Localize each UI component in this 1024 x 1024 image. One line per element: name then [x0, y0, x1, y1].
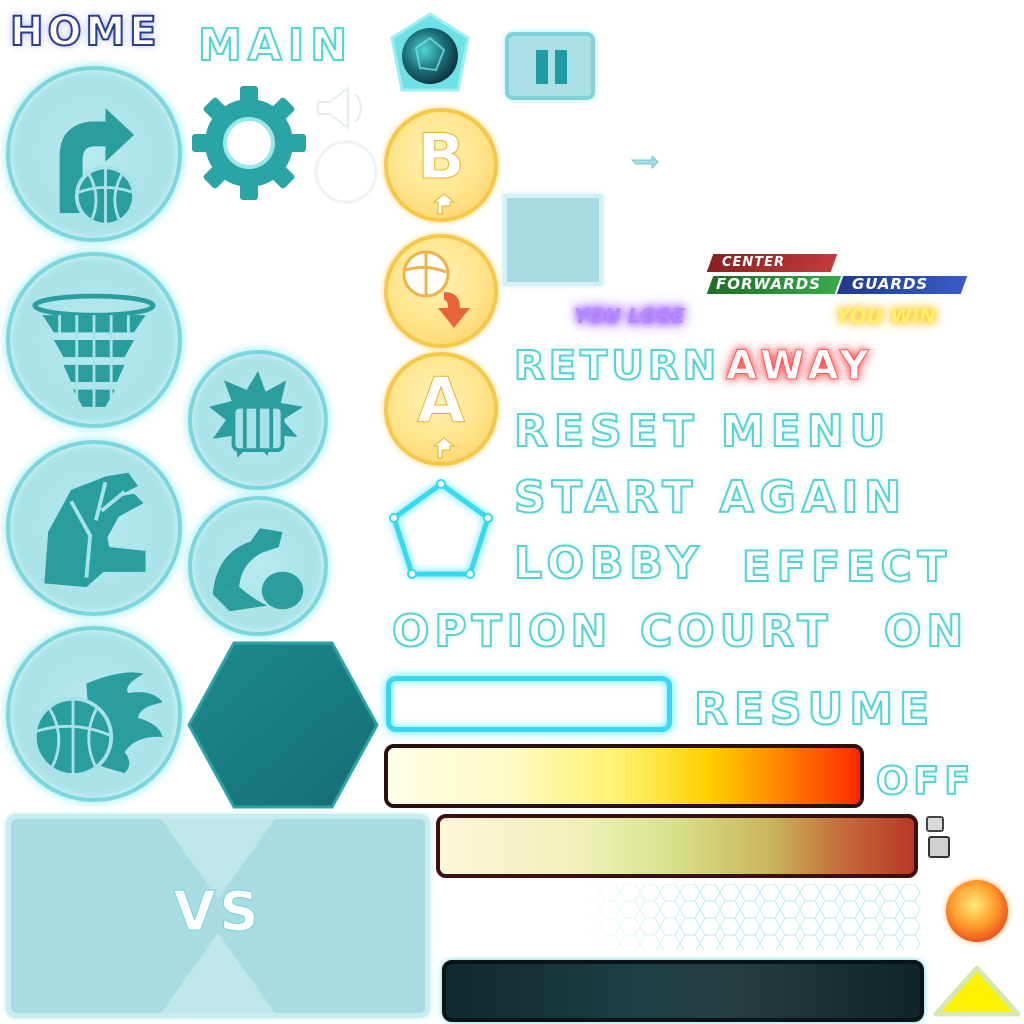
return-label[interactable]: RETURN	[513, 345, 720, 387]
forwards-tag-label: FORWARDS	[716, 275, 821, 293]
toggle-small-bottom[interactable]	[928, 836, 950, 858]
pentagon-frame-icon	[386, 476, 496, 586]
court-label[interactable]: COURT	[639, 609, 832, 655]
up-arrow-icon[interactable]	[932, 964, 1022, 1020]
sound-icon[interactable]	[312, 80, 382, 208]
effect-label[interactable]: EFFECT	[741, 545, 952, 589]
rebound-skill-button[interactable]	[6, 252, 182, 428]
block-skill-button[interactable]	[6, 440, 182, 616]
hexagon-tile	[186, 640, 380, 810]
resume-label[interactable]: RESUME	[693, 687, 935, 733]
fist-icon	[208, 370, 304, 458]
vs-panel: VS	[6, 814, 430, 1018]
pass-button[interactable]	[384, 234, 498, 348]
option-label[interactable]: OPTION	[391, 609, 612, 655]
fire-ball-icon	[32, 672, 163, 777]
neon-frame	[386, 676, 672, 732]
gem-icon	[388, 12, 472, 96]
block-hand-icon	[44, 472, 146, 588]
on-label[interactable]: ON	[883, 609, 968, 655]
power-skill-button[interactable]	[188, 350, 328, 490]
square-tile	[503, 194, 603, 286]
you-win-label: YOU WIN	[836, 304, 937, 328]
dark-bar	[442, 960, 924, 1022]
refresh-icon[interactable]	[628, 150, 662, 172]
small-arrow-icon	[432, 437, 456, 459]
start-again-label[interactable]: START AGAIN	[513, 475, 907, 521]
power-bar-bright	[384, 744, 864, 808]
b-button[interactable]: B	[384, 108, 498, 222]
strength-skill-button[interactable]	[188, 496, 328, 636]
shoot-skill-button[interactable]	[6, 66, 182, 242]
center-tag-label: CENTER	[722, 255, 786, 270]
muscle-icon	[212, 528, 304, 612]
small-arrow-icon	[432, 193, 456, 215]
guards-tag-label: GUARDS	[852, 275, 929, 293]
sun-orb-icon	[946, 880, 1008, 942]
gear-icon[interactable]	[190, 84, 308, 202]
home-label: HOME	[9, 9, 161, 55]
you-lose-label: YOU LOSE	[574, 304, 686, 328]
reset-menu-label[interactable]: RESET MENU	[513, 409, 891, 455]
hex-pattern-strip	[580, 884, 920, 950]
shoot-icon	[59, 108, 136, 227]
a-button[interactable]: A	[384, 352, 498, 466]
pause-icon	[536, 50, 548, 84]
main-label: MAIN	[197, 20, 354, 71]
power-bar-textured	[436, 814, 918, 878]
vs-label: VS	[173, 880, 263, 943]
pause-bar-right	[555, 50, 567, 84]
off-label[interactable]: OFF	[875, 761, 975, 801]
fire-skill-button[interactable]	[6, 626, 182, 802]
away-label: AWAY	[726, 343, 874, 389]
lobby-label[interactable]: LOBBY	[513, 541, 704, 587]
toggle-small-top[interactable]	[926, 816, 944, 832]
net-icon	[32, 293, 156, 407]
pause-button[interactable]	[505, 32, 595, 100]
pass-icon	[402, 250, 470, 328]
b-button-letter: B	[417, 120, 465, 193]
a-button-letter: A	[417, 364, 466, 437]
